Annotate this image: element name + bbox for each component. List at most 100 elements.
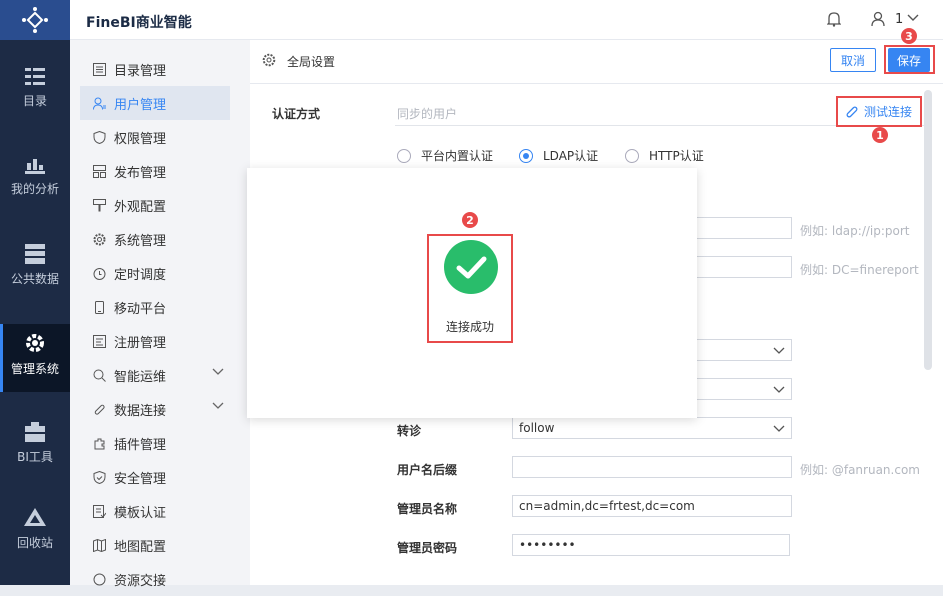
page-title: 全局设置 [287,55,336,69]
handover-icon [92,572,106,586]
username-suffix-input[interactable] [512,456,792,478]
menu-item-label: 安全管理 [114,471,167,487]
link-icon [92,402,106,416]
panel-header: 全局设置 取消 保存 [250,40,943,84]
menu-item-permission-management[interactable]: 权限管理 [80,120,230,154]
app-logo[interactable] [0,0,70,40]
leftnav-public-data[interactable]: 公共数据 [0,244,70,296]
map-icon [92,538,106,552]
menu-item-label: 外观配置 [114,199,167,215]
check-circle-icon [444,240,498,294]
chevron-down-icon [773,347,785,354]
step-badge-3: 3 [901,28,917,44]
menu-item-appearance-config[interactable]: 外观配置 [80,188,230,222]
user-name[interactable]: 1 [895,12,903,27]
radio-ldap-auth[interactable]: LDAP认证 [519,147,598,164]
menu-item-label: 资源交接 [114,573,167,589]
chevron-down-icon [773,386,785,393]
top-bar: FineBI商业智能 1 [70,0,943,40]
menu-item-label: 权限管理 [114,131,167,147]
publish-icon [92,164,106,178]
settings-icon [262,53,276,67]
chevron-down-icon [773,425,785,432]
referral-label: 转诊 [397,424,422,438]
radio-circle[interactable] [625,148,639,163]
menu-item-resource-handover[interactable]: 资源交接 [80,562,230,596]
menu-item-label: 模板认证 [114,505,167,521]
menu-item-security-management[interactable]: 安全管理 [80,460,230,494]
radio-label: 平台内置认证 [421,149,494,163]
menu-item-label: 用户管理 [114,97,167,113]
scrollbar[interactable] [924,90,932,370]
referral-value: follow [519,421,555,435]
register-icon [92,334,106,348]
admin-password-input[interactable]: •••••••• [512,534,790,556]
step-badge-2: 2 [462,212,478,228]
radio-circle-selected[interactable] [519,148,533,163]
menu-item-label: 插件管理 [114,437,167,453]
admin-name-label: 管理员名称 [397,502,458,516]
leftnav-label: 回收站 [16,536,53,550]
menu-item-plugin-management[interactable]: 插件管理 [80,426,230,460]
leftnav-label: 目录 [22,94,47,108]
cancel-button[interactable]: 取消 [830,48,876,72]
success-dialog: 2 连接成功 [247,168,697,418]
menu-item-label: 发布管理 [114,165,167,181]
leftnav-catalog[interactable]: 目录 [0,68,70,120]
user-icon [92,96,106,110]
settings-icon [92,232,106,246]
referral-select[interactable]: follow [512,417,792,439]
username-suffix-label: 用户名后缀 [397,463,458,477]
success-message: 连接成功 [445,320,494,334]
brush-icon [92,198,106,212]
menu-item-label: 目录管理 [114,63,167,79]
leftnav-bi-tools[interactable]: BI工具 [0,422,70,474]
leftnav-label: BI工具 [17,450,53,464]
menu-item-label: 智能运维 [114,369,167,385]
radio-builtin-auth[interactable]: 平台内置认证 [397,147,493,164]
menu-item-catalog-management[interactable]: 目录管理 [80,52,230,86]
menu-item-registration-management[interactable]: 注册管理 [80,324,230,358]
menu-item-label: 数据连接 [114,403,167,419]
menu-item-system-management[interactable]: 系统管理 [80,222,230,256]
leftnav-management-system[interactable]: 管理系统 [0,324,70,392]
public-data-icon [25,244,45,264]
left-navigation: 目录 我的分析 公共数据 管理系统 BI工具 回收站 [0,0,70,585]
menu-item-mobile-platform[interactable]: 移动平台 [80,290,230,324]
leftnav-my-analysis[interactable]: 我的分析 [0,156,70,208]
analysis-icon [25,159,45,174]
admin-name-input[interactable]: cn=admin,dc=frtest,dc=com [512,495,792,517]
management-menu: 目录管理 用户管理 权限管理 发布管理 外观配置 系统管理 定时调度 移动平台 … [70,40,250,589]
toolbox-icon [25,422,45,442]
mobile-icon [92,300,106,314]
bell-icon[interactable] [827,11,841,27]
plugin-icon [92,436,106,450]
menu-item-label: 定时调度 [114,267,167,283]
user-icon[interactable] [871,11,885,27]
menu-item-publish-management[interactable]: 发布管理 [80,154,230,188]
radio-circle[interactable] [397,148,411,163]
sync-users-placeholder: 同步的用户 [397,107,458,121]
menu-item-map-config[interactable]: 地图配置 [80,528,230,562]
base-dn-hint: 例如: DC=finereport [800,263,919,277]
radio-http-auth[interactable]: HTTP认证 [625,147,704,164]
menu-item-scheduled-tasks[interactable]: 定时调度 [80,256,230,290]
radio-label: HTTP认证 [649,149,704,163]
admin-password-label: 管理员密码 [397,541,458,555]
menu-item-template-certification[interactable]: 模板认证 [80,494,230,528]
leftnav-recycle-bin[interactable]: 回收站 [0,508,70,560]
chevron-down-icon[interactable] [212,368,224,376]
menu-item-label: 注册管理 [114,335,167,351]
username-suffix-hint: 例如: @fanruan.com [800,463,920,477]
menu-item-smart-operations[interactable]: 智能运维 [80,358,230,392]
chevron-down-icon[interactable] [907,14,919,22]
search-icon [92,368,106,382]
chevron-down-icon[interactable] [212,402,224,410]
menu-item-data-connection[interactable]: 数据连接 [80,392,230,426]
highlight-save-button [884,45,935,74]
list-icon [92,62,106,76]
highlight-test-connection [836,96,922,127]
menu-item-user-management[interactable]: 用户管理 [80,86,230,120]
leftnav-label: 公共数据 [10,272,59,286]
step-badge-1: 1 [872,127,888,143]
